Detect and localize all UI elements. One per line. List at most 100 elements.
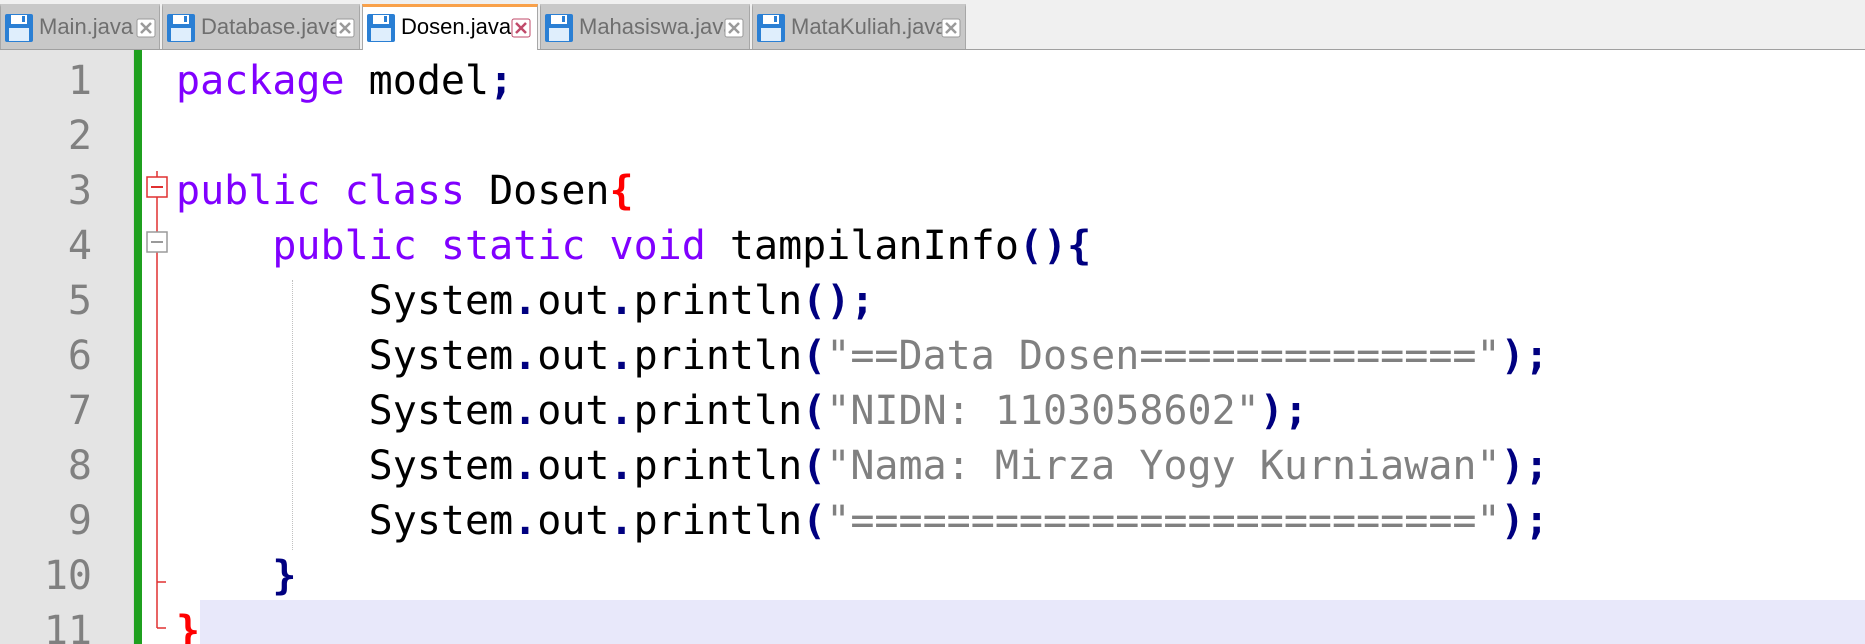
code-line[interactable]: System.out.println(); bbox=[176, 274, 875, 329]
line-number: 4 bbox=[67, 223, 92, 269]
line-number: 8 bbox=[67, 443, 92, 489]
code-line[interactable]: System.out.println("====================… bbox=[176, 494, 1549, 549]
tab-matakuliah-java[interactable]: MataKuliah.java bbox=[752, 4, 966, 49]
code-token: } bbox=[272, 553, 297, 599]
code-token: ( bbox=[802, 333, 827, 379]
code-line[interactable]: } bbox=[176, 604, 200, 644]
code-line[interactable]: System.out.println("Nama: Mirza Yogy Kur… bbox=[176, 439, 1549, 494]
code-token: println bbox=[633, 498, 803, 544]
code-token: tampilanInfo bbox=[705, 223, 1019, 269]
code-token: . bbox=[609, 388, 634, 434]
tab-label: Database.java bbox=[201, 14, 342, 39]
tab-label: Mahasiswa.java bbox=[579, 14, 736, 39]
code-token: package bbox=[176, 58, 345, 104]
code-token: ( bbox=[802, 388, 827, 434]
code-token: { bbox=[609, 168, 634, 214]
tab-database-java[interactable]: Database.java bbox=[162, 4, 360, 49]
code-token: static bbox=[440, 223, 586, 269]
code-token: (){ bbox=[1018, 223, 1092, 269]
line-number: 1 bbox=[67, 58, 92, 104]
code-token: "==========================" bbox=[826, 498, 1501, 544]
code-token: ); bbox=[1259, 388, 1308, 434]
code-token: System bbox=[176, 333, 514, 379]
line-number: 6 bbox=[67, 333, 92, 379]
fold-margin[interactable] bbox=[142, 50, 172, 644]
code-token: out bbox=[537, 443, 610, 489]
tab-label: Main.java bbox=[39, 14, 134, 39]
code-token: . bbox=[513, 498, 538, 544]
code-token: println bbox=[633, 333, 803, 379]
code-token: out bbox=[537, 278, 610, 324]
line-number: 9 bbox=[67, 498, 92, 544]
code-token: println bbox=[633, 388, 803, 434]
tab-bar: Main.java Database.java Dosen.java Mahas… bbox=[0, 0, 1865, 51]
code-token: public bbox=[272, 223, 417, 269]
code-token: out bbox=[537, 333, 610, 379]
line-number: 10 bbox=[43, 553, 92, 599]
line-number-gutter[interactable]: 1 2 3 4 5 6 7 8 9 10 11 bbox=[0, 50, 134, 644]
code-token: "==Data Dosen==============" bbox=[826, 333, 1501, 379]
fold-tree bbox=[156, 171, 166, 629]
code-token: System bbox=[176, 443, 514, 489]
line-number: 2 bbox=[67, 113, 92, 159]
code-token: void bbox=[609, 223, 706, 269]
code-token: (); bbox=[802, 278, 875, 324]
fold-collapse-icon[interactable] bbox=[146, 176, 168, 198]
code-token: ( bbox=[802, 443, 827, 489]
tab-label: MataKuliah.java bbox=[791, 14, 948, 39]
code-line[interactable]: System.out.println("NIDN: 1103058602"); bbox=[176, 384, 1308, 439]
code-token: . bbox=[513, 278, 538, 324]
code-editor[interactable]: 1 2 3 4 5 6 7 8 9 10 11 package model; public class… bbox=[0, 50, 1865, 644]
tab-main-java[interactable]: Main.java bbox=[0, 4, 160, 49]
line-number: 7 bbox=[67, 388, 92, 434]
code-token: } bbox=[176, 608, 201, 644]
current-line-highlight bbox=[200, 600, 1865, 644]
code-token: println bbox=[633, 443, 803, 489]
code-token: "NIDN: 1103058602" bbox=[826, 388, 1260, 434]
code-token: ; bbox=[489, 58, 514, 104]
tab-label: Dosen.java bbox=[401, 14, 512, 39]
close-icon[interactable] bbox=[335, 18, 355, 38]
line-number: 5 bbox=[67, 278, 92, 324]
code-token: println bbox=[633, 278, 803, 324]
floppy-disk-icon bbox=[367, 14, 395, 42]
code-token: . bbox=[609, 498, 634, 544]
code-token: System bbox=[176, 278, 514, 324]
tab-mahasiswa-java[interactable]: Mahasiswa.java bbox=[540, 4, 750, 49]
code-line[interactable]: System.out.println("==Data Dosen========… bbox=[176, 329, 1549, 384]
code-token: . bbox=[513, 333, 538, 379]
floppy-disk-icon bbox=[545, 14, 573, 42]
code-token: . bbox=[609, 278, 634, 324]
close-icon[interactable] bbox=[724, 18, 744, 38]
close-icon[interactable] bbox=[136, 18, 156, 38]
fold-collapse-icon[interactable] bbox=[146, 231, 168, 253]
code-token: ); bbox=[1500, 498, 1549, 544]
close-icon[interactable] bbox=[511, 18, 531, 38]
line-number: 11 bbox=[43, 608, 92, 644]
code-token: out bbox=[537, 388, 610, 434]
code-token: "Nama: Mirza Yogy Kurniawan" bbox=[826, 443, 1501, 489]
code-token: . bbox=[513, 443, 538, 489]
code-token: System bbox=[176, 498, 514, 544]
tab-dosen-java[interactable]: Dosen.java bbox=[362, 4, 538, 51]
code-token: . bbox=[513, 388, 538, 434]
close-icon[interactable] bbox=[941, 18, 961, 38]
code-line[interactable]: public static void tampilanInfo(){ bbox=[176, 219, 1091, 274]
code-token: ); bbox=[1500, 333, 1549, 379]
code-token: System bbox=[176, 388, 514, 434]
code-token: Dosen bbox=[465, 168, 610, 214]
code-line[interactable]: public class Dosen{ bbox=[176, 164, 634, 219]
code-token: ); bbox=[1500, 443, 1549, 489]
change-history-bar bbox=[134, 50, 142, 644]
floppy-disk-icon bbox=[5, 14, 33, 42]
code-token: . bbox=[609, 333, 634, 379]
notepadpp-window: Main.java Database.java Dosen.java Mahas… bbox=[0, 0, 1865, 644]
line-number: 3 bbox=[67, 168, 92, 214]
code-line[interactable]: } bbox=[176, 549, 296, 604]
code-token: model bbox=[344, 58, 490, 104]
code-line[interactable]: package model; bbox=[176, 54, 513, 109]
